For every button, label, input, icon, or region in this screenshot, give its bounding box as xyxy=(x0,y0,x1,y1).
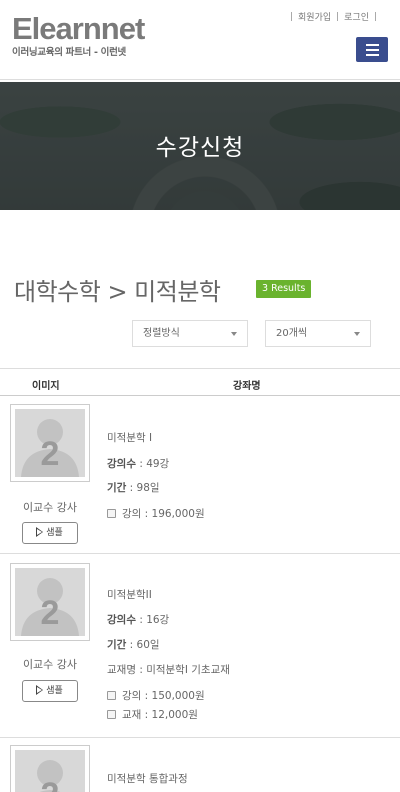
course-period-value: : 60일 xyxy=(126,639,160,651)
table-header: 이미지 강좌명 xyxy=(0,368,400,396)
thumbnail-number: 2 xyxy=(40,435,60,473)
site-logo[interactable]: Elearnnet 이러닝교육의 파트너 - 이런넷 xyxy=(12,11,145,58)
lesson-count: 강의수 : 49강 xyxy=(107,456,169,471)
top-links: 회원가입 로그인 xyxy=(285,10,382,23)
lesson-count-label: 강의수 xyxy=(107,458,136,470)
teacher-name: 이교수 강사 xyxy=(22,501,78,514)
course-title[interactable]: 미적분학 I xyxy=(107,430,152,445)
lecture-price: 강의 : 150,000원 xyxy=(122,690,205,702)
lecture-price-option[interactable]: 강의 : 150,000원 xyxy=(107,688,205,703)
site-header: Elearnnet 이러닝교육의 파트너 - 이런넷 회원가입 로그인 xyxy=(0,0,400,80)
chevron-down-icon xyxy=(354,332,360,336)
thumbnail-number: 2 xyxy=(40,594,60,632)
chevron-down-icon xyxy=(231,332,237,336)
course-period-label: 기간 xyxy=(107,639,127,651)
lecture-checkbox[interactable] xyxy=(107,509,116,518)
table-row: 2 이교수 강사 샘플 미적분학II 강의수 : 16강 기간 : 60일 교재… xyxy=(0,555,400,738)
column-header-course: 강좌명 xyxy=(233,381,261,392)
course-thumbnail[interactable]: 2 xyxy=(10,563,90,641)
breadcrumb: 대학수학 > 미적분학 xyxy=(14,278,221,306)
join-link[interactable]: 회원가입 xyxy=(298,10,331,23)
login-link[interactable]: 로그인 xyxy=(344,10,369,23)
course-period: 기간 : 98일 xyxy=(107,480,160,495)
sample-button[interactable]: 샘플 xyxy=(22,680,78,702)
table-row: 2 이교수 강사 샘플 미적분학 I 강의수 : 49강 기간 : 98일 강의… xyxy=(0,396,400,554)
course-period-label: 기간 xyxy=(107,482,127,494)
column-header-image: 이미지 xyxy=(32,381,60,392)
course-title[interactable]: 미적분학II xyxy=(107,587,152,602)
play-icon xyxy=(36,685,44,695)
banner-title: 수강신청 xyxy=(155,135,245,161)
logo-tagline: 이러닝교육의 파트너 - 이런넷 xyxy=(12,47,126,58)
logo-text: Elearnnet xyxy=(12,11,145,46)
teacher-name: 이교수 강사 xyxy=(22,658,78,671)
course-period: 기간 : 60일 xyxy=(107,637,160,652)
results-badge: 3 Results xyxy=(256,280,312,298)
sort-select-label: 정렬방식 xyxy=(143,328,180,339)
course-thumbnail[interactable]: 2 xyxy=(10,745,90,792)
divider xyxy=(375,12,376,21)
sample-button-label: 샘플 xyxy=(46,686,63,696)
textbook-price: 교재 : 12,000원 xyxy=(122,709,198,721)
divider xyxy=(291,12,293,21)
thumbnail-number: 2 xyxy=(15,776,85,792)
play-icon xyxy=(36,527,44,537)
textbook-checkbox[interactable] xyxy=(107,710,116,719)
course-thumbnail[interactable]: 2 xyxy=(10,404,90,482)
lecture-price: 강의 : 196,000원 xyxy=(122,508,205,520)
lecture-price-option[interactable]: 강의 : 196,000원 xyxy=(107,506,205,521)
divider xyxy=(337,12,339,21)
lesson-count-value: : 16강 xyxy=(135,614,170,626)
page-size-select-label: 20개씩 xyxy=(276,328,308,339)
lesson-count: 강의수 : 16강 xyxy=(107,612,169,627)
sample-button-label: 샘플 xyxy=(46,528,63,538)
textbook-name: 교재명 : 미적분학I 기초교재 xyxy=(107,664,230,676)
course-title[interactable]: 미적분학 통합과정 xyxy=(107,771,188,786)
hero-banner: 수강신청 xyxy=(0,82,400,210)
sample-button[interactable]: 샘플 xyxy=(22,522,78,544)
hamburger-menu-icon[interactable] xyxy=(356,37,388,62)
table-row: 2 미적분학 통합과정 xyxy=(0,739,400,792)
textbook-price-option[interactable]: 교재 : 12,000원 xyxy=(107,707,198,722)
lecture-checkbox[interactable] xyxy=(107,691,116,700)
lesson-count-label: 강의수 xyxy=(107,614,136,626)
page-size-select[interactable]: 20개씩 xyxy=(265,320,371,347)
lesson-count-value: : 49강 xyxy=(135,458,170,470)
sort-select[interactable]: 정렬방식 xyxy=(132,320,248,347)
course-period-value: : 98일 xyxy=(126,482,160,494)
